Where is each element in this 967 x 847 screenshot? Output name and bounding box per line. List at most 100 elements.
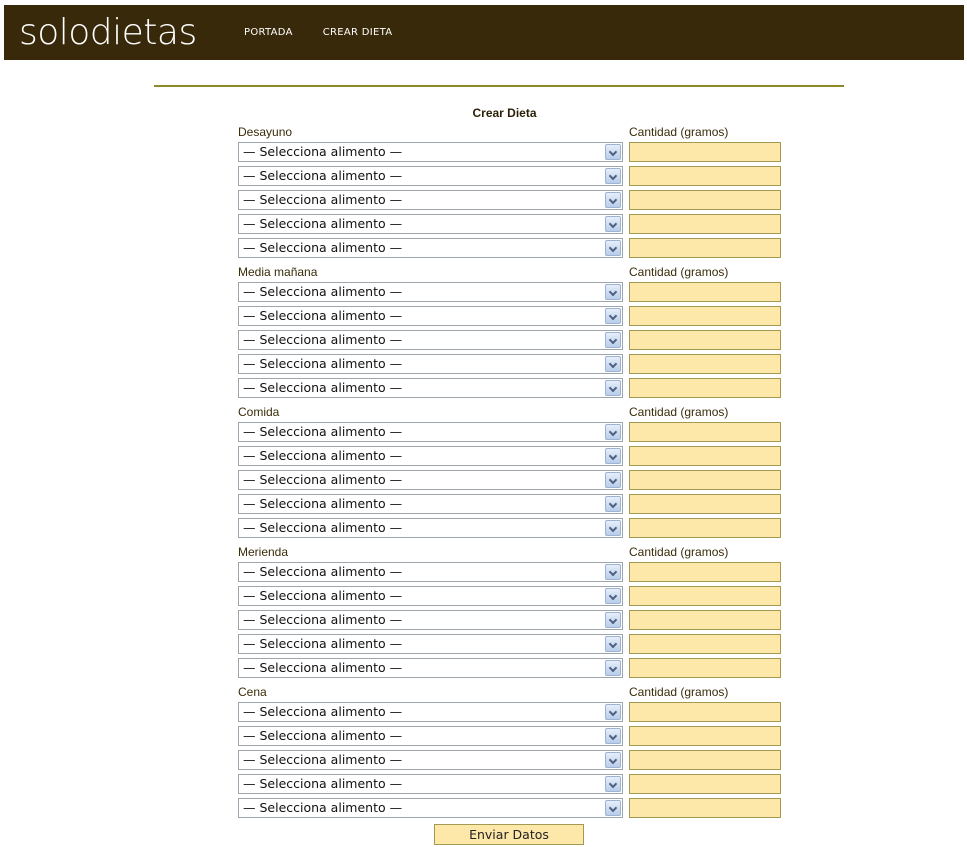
quantity-input[interactable] bbox=[629, 446, 781, 466]
food-select[interactable]: — Selecciona alimento — bbox=[238, 726, 623, 746]
food-row: — Selecciona alimento — bbox=[238, 634, 781, 658]
quantity-input[interactable] bbox=[629, 702, 781, 722]
chevron-down-icon[interactable] bbox=[605, 240, 621, 256]
food-row: — Selecciona alimento — bbox=[238, 190, 781, 214]
quantity-input[interactable] bbox=[629, 562, 781, 582]
food-select[interactable]: — Selecciona alimento — bbox=[238, 142, 623, 162]
quantity-input[interactable] bbox=[629, 190, 781, 210]
food-select[interactable]: — Selecciona alimento — bbox=[238, 378, 623, 398]
chevron-down-icon[interactable] bbox=[605, 776, 621, 792]
food-select[interactable]: — Selecciona alimento — bbox=[238, 470, 623, 490]
food-select-value: — Selecciona alimento — bbox=[243, 496, 403, 511]
quantity-input[interactable] bbox=[629, 422, 781, 442]
food-select[interactable]: — Selecciona alimento — bbox=[238, 798, 623, 818]
quantity-input[interactable] bbox=[629, 610, 781, 630]
quantity-input[interactable] bbox=[629, 282, 781, 302]
chevron-down-icon[interactable] bbox=[605, 612, 621, 628]
food-select[interactable]: — Selecciona alimento — bbox=[238, 702, 623, 722]
chevron-down-icon[interactable] bbox=[605, 660, 621, 676]
section-header-comida: Comida Cantidad (gramos) bbox=[238, 402, 781, 422]
chevron-down-icon[interactable] bbox=[605, 520, 621, 536]
food-select[interactable]: — Selecciona alimento — bbox=[238, 586, 623, 606]
food-row: — Selecciona alimento — bbox=[238, 750, 781, 774]
food-select[interactable]: — Selecciona alimento — bbox=[238, 774, 623, 794]
quantity-label: Cantidad (gramos) bbox=[629, 405, 729, 419]
food-row: — Selecciona alimento — bbox=[238, 658, 781, 682]
food-select[interactable]: — Selecciona alimento — bbox=[238, 446, 623, 466]
food-select-value: — Selecciona alimento — bbox=[243, 356, 403, 371]
food-select-value: — Selecciona alimento — bbox=[243, 168, 403, 183]
food-select[interactable]: — Selecciona alimento — bbox=[238, 214, 623, 234]
meal-label: Merienda bbox=[238, 545, 289, 559]
food-row: — Selecciona alimento — bbox=[238, 726, 781, 750]
form-title: Crear Dieta bbox=[472, 106, 537, 120]
chevron-down-icon[interactable] bbox=[605, 800, 621, 816]
food-select[interactable]: — Selecciona alimento — bbox=[238, 610, 623, 630]
food-select[interactable]: — Selecciona alimento — bbox=[238, 354, 623, 374]
quantity-input[interactable] bbox=[629, 238, 781, 258]
food-select[interactable]: — Selecciona alimento — bbox=[238, 562, 623, 582]
chevron-down-icon[interactable] bbox=[605, 192, 621, 208]
chevron-down-icon[interactable] bbox=[605, 284, 621, 300]
quantity-input[interactable] bbox=[629, 586, 781, 606]
chevron-down-icon[interactable] bbox=[605, 752, 621, 768]
chevron-down-icon[interactable] bbox=[605, 588, 621, 604]
chevron-down-icon[interactable] bbox=[605, 448, 621, 464]
site-header: solodietas PORTADA CREAR DIETA bbox=[4, 5, 964, 60]
nav-link-portada[interactable]: PORTADA bbox=[244, 27, 293, 38]
submit-button[interactable]: Enviar Datos bbox=[434, 824, 584, 845]
chevron-down-icon[interactable] bbox=[605, 564, 621, 580]
submit-area: Enviar Datos bbox=[238, 822, 781, 845]
quantity-input[interactable] bbox=[629, 306, 781, 326]
chevron-down-icon[interactable] bbox=[605, 308, 621, 324]
meal-label: Media mañana bbox=[238, 265, 318, 279]
food-select[interactable]: — Selecciona alimento — bbox=[238, 306, 623, 326]
quantity-input[interactable] bbox=[629, 330, 781, 350]
site-logo[interactable]: solodietas bbox=[19, 11, 197, 55]
chevron-down-icon[interactable] bbox=[605, 144, 621, 160]
food-select[interactable]: — Selecciona alimento — bbox=[238, 750, 623, 770]
chevron-down-icon[interactable] bbox=[605, 704, 621, 720]
food-select[interactable]: — Selecciona alimento — bbox=[238, 190, 623, 210]
quantity-input[interactable] bbox=[629, 354, 781, 374]
chevron-down-icon[interactable] bbox=[605, 356, 621, 372]
food-select[interactable]: — Selecciona alimento — bbox=[238, 422, 623, 442]
chevron-down-icon[interactable] bbox=[605, 728, 621, 744]
quantity-input[interactable] bbox=[629, 750, 781, 770]
food-select-value: — Selecciona alimento — bbox=[243, 448, 403, 463]
quantity-input[interactable] bbox=[629, 634, 781, 654]
chevron-down-icon[interactable] bbox=[605, 380, 621, 396]
quantity-input[interactable] bbox=[629, 658, 781, 678]
chevron-down-icon[interactable] bbox=[605, 496, 621, 512]
food-row: — Selecciona alimento — bbox=[238, 470, 781, 494]
quantity-input[interactable] bbox=[629, 378, 781, 398]
quantity-input[interactable] bbox=[629, 214, 781, 234]
chevron-down-icon[interactable] bbox=[605, 636, 621, 652]
quantity-input[interactable] bbox=[629, 774, 781, 794]
quantity-input[interactable] bbox=[629, 798, 781, 818]
food-select[interactable]: — Selecciona alimento — bbox=[238, 330, 623, 350]
quantity-input[interactable] bbox=[629, 470, 781, 490]
food-select-value: — Selecciona alimento — bbox=[243, 728, 403, 743]
food-select[interactable]: — Selecciona alimento — bbox=[238, 518, 623, 538]
chevron-down-icon[interactable] bbox=[605, 168, 621, 184]
quantity-input[interactable] bbox=[629, 494, 781, 514]
food-select[interactable]: — Selecciona alimento — bbox=[238, 494, 623, 514]
quantity-input[interactable] bbox=[629, 142, 781, 162]
quantity-input[interactable] bbox=[629, 726, 781, 746]
chevron-down-icon[interactable] bbox=[605, 424, 621, 440]
quantity-input[interactable] bbox=[629, 166, 781, 186]
chevron-down-icon[interactable] bbox=[605, 216, 621, 232]
quantity-input[interactable] bbox=[629, 518, 781, 538]
chevron-down-icon[interactable] bbox=[605, 472, 621, 488]
food-row: — Selecciona alimento — bbox=[238, 702, 781, 726]
food-select[interactable]: — Selecciona alimento — bbox=[238, 238, 623, 258]
food-select[interactable]: — Selecciona alimento — bbox=[238, 282, 623, 302]
chevron-down-icon[interactable] bbox=[605, 332, 621, 348]
food-select[interactable]: — Selecciona alimento — bbox=[238, 658, 623, 678]
nav-link-crear-dieta[interactable]: CREAR DIETA bbox=[323, 27, 393, 38]
food-select[interactable]: — Selecciona alimento — bbox=[238, 634, 623, 654]
food-row: — Selecciona alimento — bbox=[238, 306, 781, 330]
food-row: — Selecciona alimento — bbox=[238, 142, 781, 166]
food-select[interactable]: — Selecciona alimento — bbox=[238, 166, 623, 186]
